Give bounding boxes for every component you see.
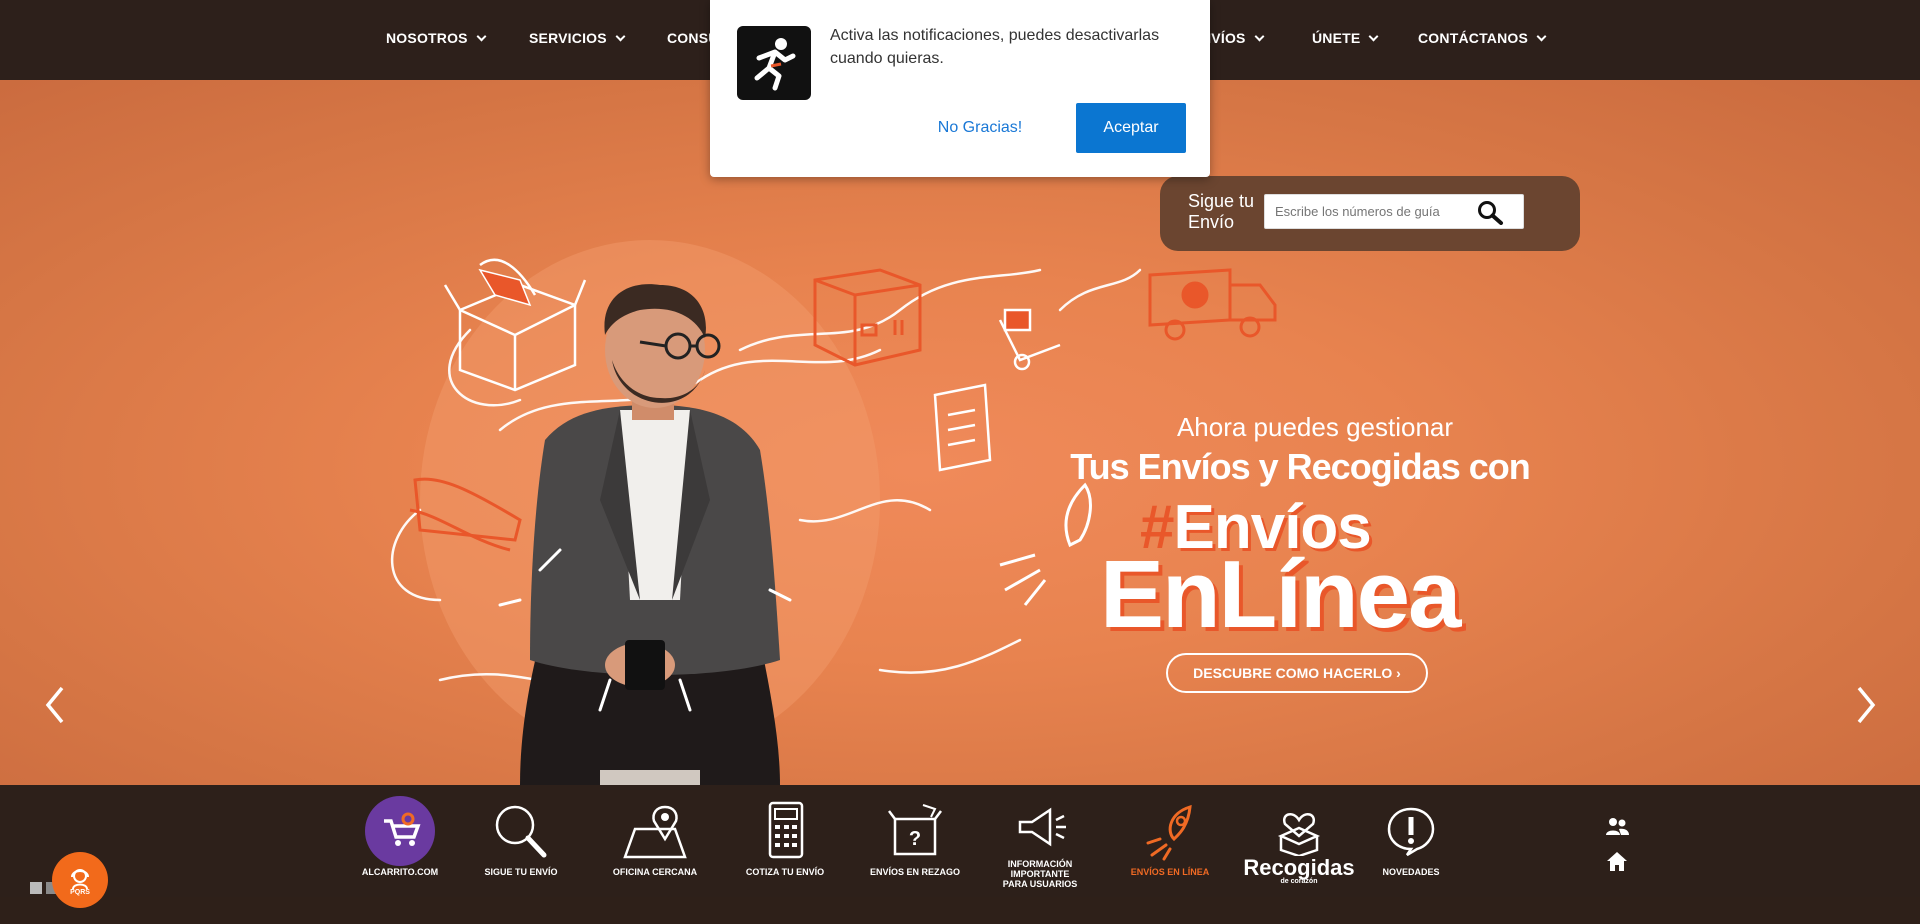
quick-link-online-shipping[interactable]: ENVÍOS EN LÍNEA xyxy=(1115,797,1225,889)
notification-permission-dialog: Activa las notificaciones, puedes desact… xyxy=(710,0,1210,177)
pqrs-floating-button[interactable]: PQRS xyxy=(52,852,108,908)
next-slide-arrow-icon[interactable] xyxy=(1845,680,1885,730)
chevron-down-icon xyxy=(476,31,487,41)
slide-dot[interactable] xyxy=(30,882,42,894)
runner-logo-icon xyxy=(737,26,811,100)
quick-link-lagging[interactable]: ? ENVÍOS EN REZAGO xyxy=(860,797,970,889)
hero-banner: Sigue tu Envío Ahora puedes gestionar Tu… xyxy=(0,80,1920,785)
chevron-down-icon xyxy=(1369,31,1379,41)
rocket-icon xyxy=(1134,797,1206,865)
quick-link-quote[interactable]: COTIZA TU ENVÍO xyxy=(730,797,840,889)
alert-icon xyxy=(1375,797,1447,865)
quick-link-info[interactable]: INFORMACIÓN IMPORTANTE PARA USUARIOS xyxy=(985,797,1095,889)
quick-link-office[interactable]: OFICINA CERCANA xyxy=(600,797,710,889)
chevron-down-icon xyxy=(1254,31,1265,41)
quick-link-news[interactable]: NOVEDADES xyxy=(1356,797,1466,889)
hero-title: Tus Envíos y Recogidas con xyxy=(1070,446,1530,487)
page-footer-strip xyxy=(0,897,1920,924)
hero-illustration xyxy=(390,240,1277,785)
quick-link-track[interactable]: SIGUE TU ENVÍO xyxy=(466,797,576,889)
support-agent-icon xyxy=(71,868,89,889)
nav-item-envios[interactable]: NVÍOS xyxy=(1201,30,1265,46)
quick-access-bar: ALCARRITO.COM SIGUE TU ENVÍO OFICINA CER… xyxy=(0,785,1920,897)
map-pin-icon xyxy=(619,797,691,865)
users-icon[interactable] xyxy=(1604,815,1630,839)
nav-item-unete[interactable]: ÚNETE xyxy=(1312,30,1379,46)
box-question-icon: ? xyxy=(879,797,951,865)
hero-subtitle: Ahora puedes gestionar xyxy=(1176,412,1454,442)
accept-notifications-button[interactable]: Aceptar xyxy=(1076,103,1186,153)
discover-how-button[interactable]: DESCUBRE COMO HACERLO › xyxy=(1166,653,1428,693)
calculator-icon xyxy=(749,797,821,865)
quick-link-pickups[interactable]: Recogidas de corazón xyxy=(1243,797,1355,889)
nav-item-servicios[interactable]: SERVICIOS xyxy=(529,30,626,46)
svg-text:?: ? xyxy=(909,828,921,850)
previous-slide-arrow-icon[interactable] xyxy=(36,680,76,730)
notification-message: Activa las notificaciones, puedes desact… xyxy=(830,27,1160,67)
nav-item-nosotros[interactable]: NOSOTROS xyxy=(386,30,487,46)
track-label: Sigue tu Envío xyxy=(1188,191,1255,232)
chevron-down-icon xyxy=(615,31,626,41)
nav-item-contactanos[interactable]: CONTÁCTANOS xyxy=(1418,30,1547,46)
home-icon[interactable] xyxy=(1604,849,1630,873)
chevron-down-icon xyxy=(1536,31,1547,41)
cart-icon xyxy=(364,796,436,866)
track-shipment-widget: Sigue tu Envío xyxy=(1160,176,1580,251)
quick-link-alcarrito[interactable]: ALCARRITO.COM xyxy=(345,796,455,889)
megaphone-icon xyxy=(1004,797,1076,857)
magnifier-icon xyxy=(485,797,557,865)
hero-brand: EnLínea xyxy=(1100,541,1461,648)
decline-notifications-button[interactable]: No Gracias! xyxy=(920,103,1040,153)
search-icon[interactable] xyxy=(1476,199,1506,225)
